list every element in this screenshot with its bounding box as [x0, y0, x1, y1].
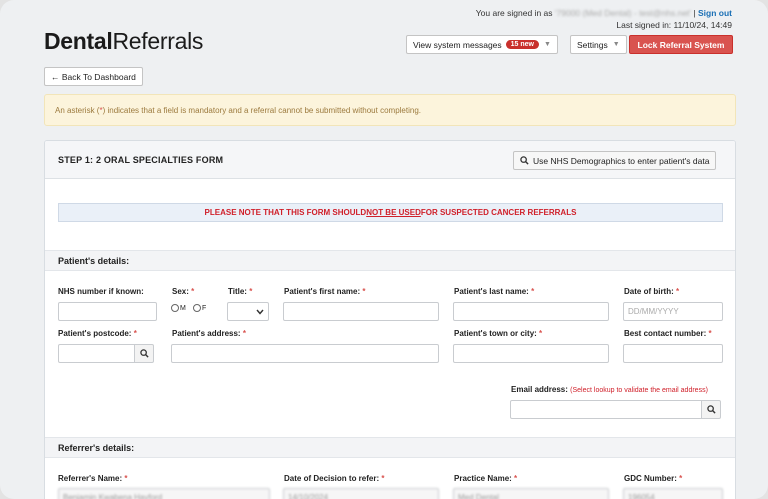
sex-label: Sex: * [172, 287, 195, 296]
nhs-number-label: NHS number if known: [58, 287, 144, 296]
last-signed-in: Last signed in: 11/10/24, 14:49 [616, 20, 732, 30]
title-label: Title: * [228, 287, 253, 296]
first-name-label: Patient's first name: * [284, 287, 366, 296]
search-icon [520, 156, 529, 165]
chevron-down-icon: ▼ [612, 41, 620, 48]
search-icon [139, 349, 149, 358]
back-to-dashboard-button[interactable]: ← Back To Dashboard [44, 67, 143, 86]
email-label: Email address: (Select lookup to validat… [511, 385, 708, 394]
sex-radio-f[interactable]: F [193, 304, 206, 312]
contact-number-label: Best contact number: * [624, 329, 712, 338]
gdc-number-label: GDC Number: * [624, 474, 683, 483]
address-label: Patient's address: * [172, 329, 246, 338]
last-name-label: Patient's last name: * [454, 287, 535, 296]
gdc-number-input[interactable]: 196054 [623, 488, 723, 499]
dob-label: Date of birth: * [624, 287, 680, 296]
sex-radio-m[interactable]: M [171, 304, 186, 312]
referrer-name-input[interactable]: Benjamin Kwabena Hayford [58, 488, 270, 499]
first-name-input[interactable] [283, 302, 439, 321]
patient-details-section: Patient's details: [45, 250, 735, 271]
panel-header: STEP 1: 2 ORAL SPECIALTIES FORM Use NHS … [45, 141, 735, 179]
email-input[interactable] [510, 400, 702, 419]
signed-in-info: You are signed in as '79000 (Med Dental)… [476, 7, 732, 31]
view-system-messages-button[interactable]: View system messages 15 new ▼ [406, 35, 558, 54]
app-window: You are signed in as '79000 (Med Dental)… [0, 0, 768, 499]
nhs-demographics-button[interactable]: Use NHS Demographics to enter patient's … [513, 151, 717, 170]
chevron-down-icon: ▼ [544, 41, 551, 48]
account-name: '79000 (Med Dental) - test@nhs.net' [554, 8, 692, 18]
mandatory-fields-alert: An asterisk (*) indicates that a field i… [44, 94, 736, 126]
radio-icon [193, 304, 201, 312]
decision-date-label: Date of Decision to refer: * [284, 474, 385, 483]
postcode-label: Patient's postcode: * [58, 329, 137, 338]
contact-number-input[interactable] [623, 344, 723, 363]
email-lookup-button[interactable] [701, 400, 721, 419]
address-input[interactable] [171, 344, 439, 363]
referral-form-panel: STEP 1: 2 ORAL SPECIALTIES FORM Use NHS … [44, 140, 736, 499]
chevron-down-icon [256, 309, 264, 315]
town-input[interactable] [453, 344, 609, 363]
town-label: Patient's town or city: * [454, 329, 543, 338]
radio-icon [171, 304, 179, 312]
lock-referral-system-button[interactable]: Lock Referral System [629, 35, 733, 54]
postcode-input[interactable] [58, 344, 135, 363]
form-title: STEP 1: 2 ORAL SPECIALTIES FORM [58, 155, 224, 165]
sign-out-link[interactable]: Sign out [698, 8, 732, 18]
settings-button[interactable]: Settings ▼ [570, 35, 627, 54]
messages-count-badge: 15 new [505, 40, 540, 49]
signed-in-prefix: You are signed in as [475, 8, 553, 18]
search-icon [706, 405, 716, 414]
referrer-details-section: Referrer's details: [45, 437, 735, 458]
email-hint: (Select lookup to validate the email add… [570, 387, 708, 394]
postcode-lookup-button[interactable] [134, 344, 154, 363]
cancer-referral-notice: PLEASE NOTE THAT THIS FORM SHOULD NOT BE… [58, 203, 723, 222]
logo: DentalReferrals [44, 28, 204, 54]
referrer-name-label: Referrer's Name: * [58, 474, 128, 483]
practice-name-label: Practice Name: * [454, 474, 518, 483]
title-select[interactable] [227, 302, 269, 321]
nhs-number-input[interactable] [58, 302, 157, 321]
decision-date-input[interactable]: 14/10/2024 [283, 488, 439, 499]
practice-name-input[interactable]: Med Dental [453, 488, 609, 499]
last-name-input[interactable] [453, 302, 609, 321]
dob-input[interactable]: DD/MM/YYYY [623, 302, 723, 321]
separator: | [693, 8, 696, 18]
